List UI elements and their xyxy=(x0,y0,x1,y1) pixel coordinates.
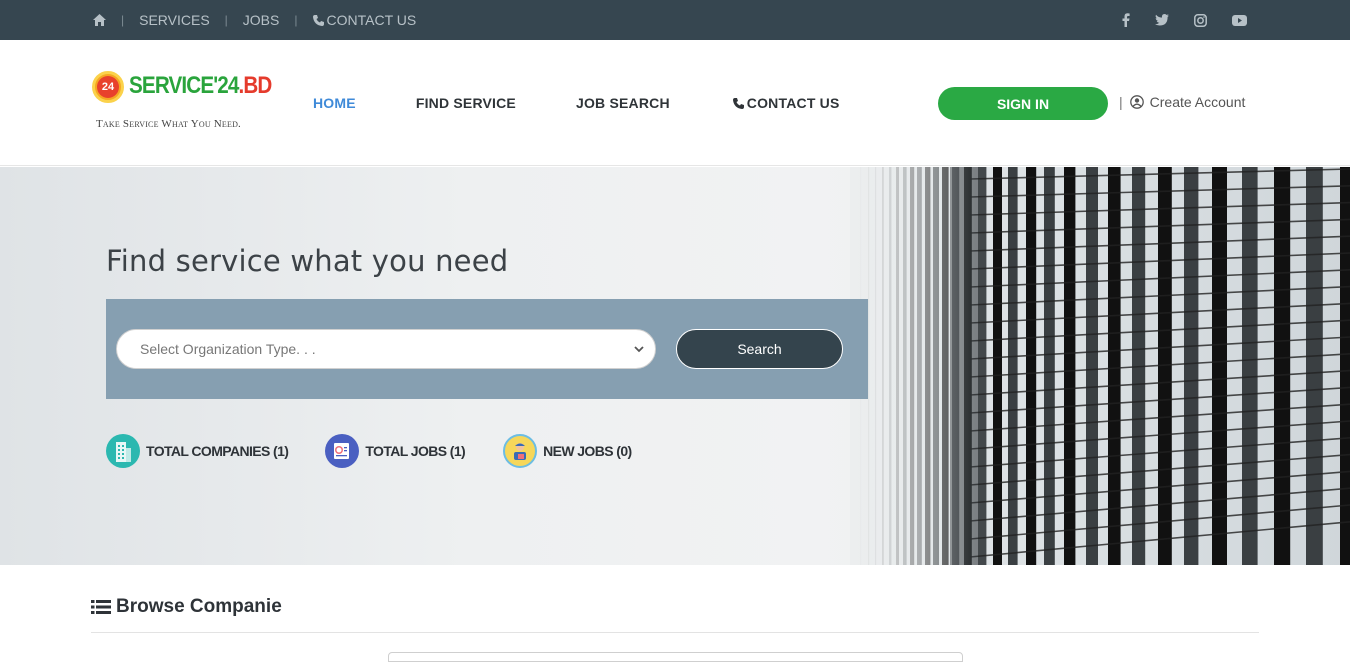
phone-icon xyxy=(732,97,744,109)
account-separator: | xyxy=(1119,94,1123,110)
top-links: | SERVICES | JOBS | CONTACT US xyxy=(93,0,416,40)
nav-home[interactable]: HOME xyxy=(313,95,356,111)
chevron-down-icon xyxy=(633,341,645,360)
organization-type-placeholder: Select Organization Type. . . xyxy=(140,341,316,357)
new-jobs-worker-icon xyxy=(503,434,538,468)
nav-find-service[interactable]: FIND SERVICE xyxy=(416,95,516,111)
jobs-resume-icon xyxy=(325,434,360,468)
stat-new-jobs[interactable]: NEW JOBS (0) xyxy=(503,434,632,468)
logo-brand-main: SERVICE'24 xyxy=(129,72,239,99)
top-bar: | SERVICES | JOBS | CONTACT US xyxy=(0,0,1350,40)
home-link[interactable] xyxy=(93,14,106,26)
search-panel: Select Organization Type. . . Search xyxy=(106,299,868,399)
stat-new-jobs-label: NEW JOBS (0) xyxy=(543,443,632,459)
stat-total-jobs[interactable]: TOTAL JOBS (1) xyxy=(325,434,466,468)
nav-job-search[interactable]: JOB SEARCH xyxy=(576,95,670,111)
hero-title: Find service what you need xyxy=(106,244,509,278)
top-link-services[interactable]: SERVICES xyxy=(139,12,210,28)
logo-badge-number: 24 xyxy=(97,76,119,98)
logo-tagline: Take Service What You Need. xyxy=(96,118,241,130)
list-icon xyxy=(91,599,111,615)
youtube-icon[interactable] xyxy=(1232,14,1247,26)
stat-total-jobs-label: TOTAL JOBS (1) xyxy=(365,443,466,459)
nav-contact-us[interactable]: CONTACT US xyxy=(732,95,840,111)
stat-total-companies[interactable]: TOTAL COMPANIES (1) xyxy=(106,434,289,468)
twitter-icon[interactable] xyxy=(1155,14,1169,26)
facebook-icon[interactable] xyxy=(1122,13,1130,27)
logo-brand: SERVICE'24.BD xyxy=(129,72,273,100)
top-link-contact-label: CONTACT US xyxy=(326,12,417,28)
top-link-jobs[interactable]: JOBS xyxy=(243,12,280,28)
browse-content-box xyxy=(388,652,963,662)
create-account-link[interactable]: | Create Account xyxy=(1119,94,1245,110)
section-divider xyxy=(91,632,1259,633)
phone-icon xyxy=(312,14,324,26)
user-circle-icon xyxy=(1129,95,1144,109)
stats-row: TOTAL COMPANIES (1) TOTAL JOBS (1) NEW J… xyxy=(106,434,632,468)
main-nav: HOME FIND SERVICE JOB SEARCH CONTACT US xyxy=(313,40,840,166)
top-separator: | xyxy=(224,13,228,27)
hero-building-image xyxy=(850,167,1350,565)
top-separator: | xyxy=(294,13,298,27)
browse-companies-heading: Browse Companie xyxy=(91,596,282,618)
companies-building-icon xyxy=(106,434,140,468)
nav-contact-us-label: CONTACT US xyxy=(746,95,840,111)
organization-type-select[interactable]: Select Organization Type. . . xyxy=(116,329,656,369)
instagram-icon[interactable] xyxy=(1194,13,1207,27)
logo-badge: 24 xyxy=(92,71,124,103)
top-link-contact[interactable]: CONTACT US xyxy=(312,12,417,28)
logo-brand-suffix: .BD xyxy=(238,72,273,99)
site-header: 24 SERVICE'24.BD Take Service What You N… xyxy=(0,40,1350,166)
stat-total-companies-label: TOTAL COMPANIES (1) xyxy=(146,443,289,459)
sign-in-button[interactable]: SIGN IN xyxy=(938,87,1108,120)
hero-section: Find service what you need Select Organi… xyxy=(0,167,1350,565)
site-logo[interactable]: 24 SERVICE'24.BD Take Service What You N… xyxy=(90,68,273,134)
browse-companies-title: Browse Companie xyxy=(116,596,282,617)
social-links xyxy=(1122,0,1247,40)
create-account-label: Create Account xyxy=(1149,94,1246,110)
top-separator: | xyxy=(121,13,125,27)
search-button[interactable]: Search xyxy=(676,329,843,369)
home-icon xyxy=(93,14,106,26)
